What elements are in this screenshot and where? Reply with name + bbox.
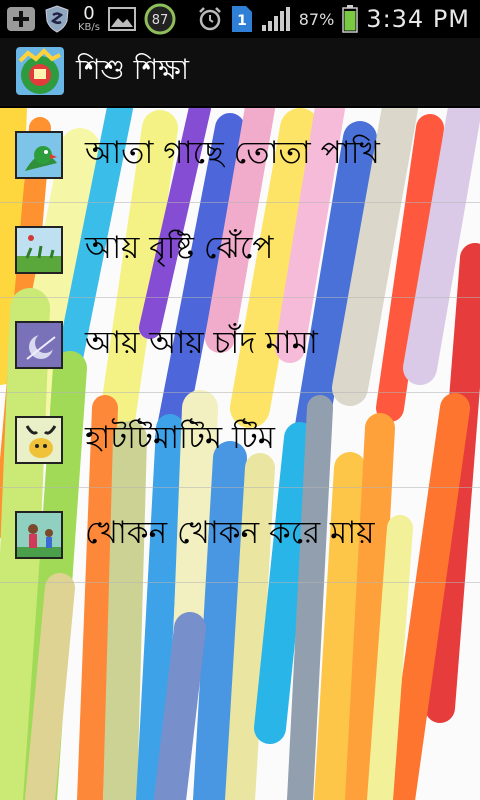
image-icon	[108, 7, 136, 31]
badge-icon: 87	[144, 3, 176, 35]
rhyme-title: খোকন খোকন করে মায়	[85, 515, 375, 551]
list-item[interactable]: আতা গাছে তোতা পাখি	[0, 108, 480, 203]
badge-number: 87	[152, 13, 169, 28]
rhyme-list-screen: আতা গাছে তোতা পাখি আয় বৃষ্টি ঝেঁপে আয় …	[0, 108, 480, 800]
list-item[interactable]: হাটটিমাটিম টিম	[0, 393, 480, 488]
rhyme-title: আতা গাছে তোতা পাখি	[85, 135, 380, 171]
sim-icon: 1	[231, 5, 253, 33]
network-speed-unit: KB/s	[78, 22, 100, 33]
list-item[interactable]: আয় আয় চাঁদ মামা	[0, 298, 480, 393]
creature-thumbnail-icon	[15, 416, 63, 464]
app-title: শিশু শিক্ষা	[76, 52, 189, 86]
alarm-icon	[197, 6, 223, 32]
signal-icon	[261, 6, 291, 32]
network-speed-value: 0	[83, 3, 95, 24]
rain-thumbnail-icon	[15, 226, 63, 274]
sim-badge-number: 1	[237, 13, 247, 29]
rhyme-list: আতা গাছে তোতা পাখি আয় বৃষ্টি ঝেঁপে আয় …	[0, 108, 480, 583]
app-logo-icon[interactable]	[16, 47, 64, 95]
battery-percent: 87%	[298, 9, 335, 29]
shield-icon	[44, 5, 70, 33]
rhyme-title: হাটটিমাটিম টিম	[85, 420, 275, 456]
parrot-thumbnail-icon	[15, 131, 63, 179]
status-bar: 0 KB/s 87 1 87% 3:34 PM	[0, 0, 480, 38]
action-bar: শিশু শিক্ষা	[0, 38, 480, 106]
list-item[interactable]: আয় বৃষ্টি ঝেঁপে	[0, 203, 480, 298]
list-item[interactable]: খোকন খোকন করে মায়	[0, 488, 480, 583]
clock: 3:34 PM	[366, 5, 470, 33]
rhyme-title: আয় আয় চাঁদ মামা	[85, 325, 318, 361]
mother-child-thumbnail-icon	[15, 511, 63, 559]
battery-icon	[342, 5, 359, 33]
add-icon	[6, 6, 36, 32]
network-speed: 0 KB/s	[78, 5, 100, 33]
moon-thumbnail-icon	[15, 321, 63, 369]
rhyme-title: আয় বৃষ্টি ঝেঁপে	[85, 230, 274, 266]
